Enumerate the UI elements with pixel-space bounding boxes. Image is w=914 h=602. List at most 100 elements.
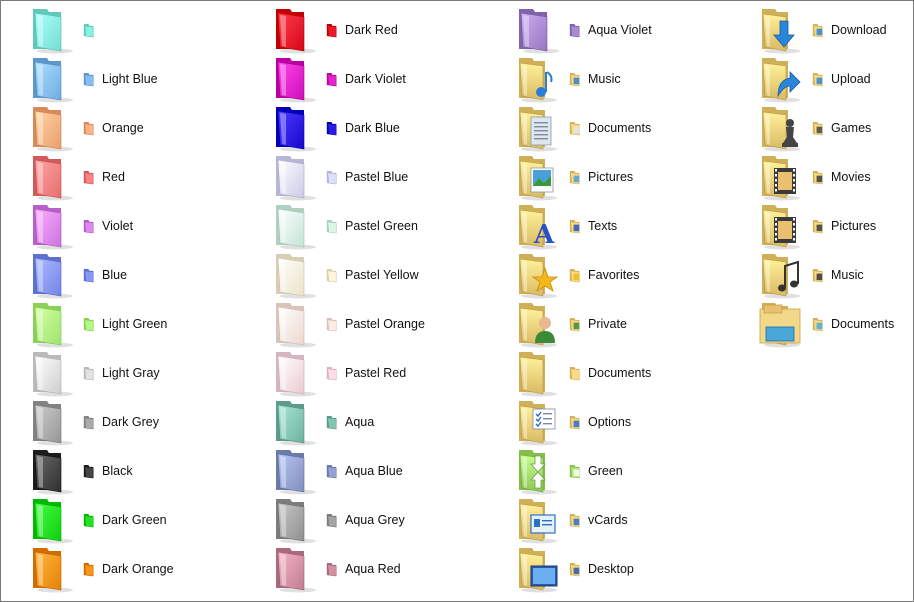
small-orange-folder-icon [83,121,94,136]
icon-label: Pastel Blue [345,170,409,184]
icon-item[interactable]: Music [730,250,914,299]
music-folder-icon [519,58,557,103]
red-folder-icon [33,156,73,201]
icon-label: Private [588,317,627,331]
download-folder-icon [762,9,800,54]
icon-label: Download [831,23,887,37]
icon-item[interactable]: Pastel Orange [244,299,484,348]
icon-item[interactable]: Dark Green [1,495,241,544]
icon-label: Dark Green [102,513,167,527]
small-texts-folder-icon [569,219,580,234]
icon-item[interactable]: Dark Blue [244,103,484,152]
icon-item[interactable]: Orange [1,103,241,152]
folder-icons-sheet: Light Blue Orange Red Violet Blue Light Green… [0,0,914,602]
icon-item[interactable]: Pastel Blue [244,152,484,201]
icon-label: Violet [102,219,134,233]
black-folder-icon [33,450,73,495]
favorites-folder-icon [519,254,559,299]
aqua-blue-folder-icon [276,450,316,495]
desktop-folder-icon [519,548,558,593]
music-note-folder-icon [762,254,800,299]
icon-item[interactable]: Aqua Blue [244,446,484,495]
small-aqua-teal-folder-icon [326,415,337,430]
small-pictures-folder-icon [569,170,580,185]
icon-label: Dark Blue [345,121,400,135]
icon-item[interactable]: Light Blue [1,54,241,103]
icon-item[interactable]: Pastel Red [244,348,484,397]
icon-item[interactable]: Music [487,54,727,103]
pictures-folder-icon [519,156,557,201]
icon-item[interactable]: Aqua Red [244,544,484,593]
texts-folder-icon: A [519,205,557,250]
icon-item[interactable]: Light Green [1,299,241,348]
icon-item[interactable]: Documents [487,348,727,397]
icon-item[interactable]: Pictures [487,152,727,201]
icon-item[interactable]: Documents [730,299,914,348]
green-arrows-folder-icon [519,450,557,495]
icon-label: Dark Orange [102,562,174,576]
documents-folder-icon [519,107,557,152]
icon-label: Aqua Violet [588,23,652,37]
icon-item[interactable]: Aqua [244,397,484,446]
icon-item[interactable]: Aqua Grey [244,495,484,544]
icon-item[interactable]: Dark Red [244,5,484,54]
icon-label: Pictures [588,170,634,184]
icon-item[interactable]: Light Gray [1,348,241,397]
icon-item[interactable]: Desktop [487,544,727,593]
small-pastel-blue-folder-icon [326,170,337,185]
small-movies-folder-icon [812,170,823,185]
icon-item[interactable]: Favorites [487,250,727,299]
icon-item[interactable]: Pastel Green [244,201,484,250]
icon-item[interactable]: Red [1,152,241,201]
dark-blue-folder-icon [276,107,316,152]
icon-item[interactable]: Pictures [730,201,914,250]
icon-label: Black [102,464,133,478]
icon-item[interactable]: A Texts [487,201,727,250]
orange-folder-icon [33,107,73,152]
small-violet-folder-icon [83,219,94,234]
icon-item[interactable]: Violet [1,201,241,250]
icon-column-2: Dark Red Dark Violet Dark Blue Pastel Blue P… [244,1,486,601]
small-aqua-grey-folder-icon [326,513,337,528]
icon-label: Options [588,415,632,429]
pastel-green-folder-icon [276,205,316,250]
icon-item[interactable]: Green [487,446,727,495]
icon-label: Dark Violet [345,72,406,86]
icon-label: Blue [102,268,128,282]
small-pastel-orange-folder-icon [326,317,337,332]
aqua-grey-folder-icon [276,499,316,544]
icon-item[interactable]: Documents [487,103,727,152]
small-music-folder-icon [569,72,580,87]
icon-item[interactable]: Aqua Violet [487,5,727,54]
small-documents-tray-folder-icon [812,317,823,332]
icon-column-1: Light Blue Orange Red Violet Blue Light Green… [1,1,243,601]
icon-item[interactable]: Dark Violet [244,54,484,103]
icon-item[interactable]: Pastel Yellow [244,250,484,299]
icon-label: Aqua Blue [345,464,403,478]
icon-item[interactable]: Dark Grey [1,397,241,446]
dark-orange-folder-icon [33,548,73,593]
icon-label: Orange [102,121,144,135]
icon-label: Movies [831,170,871,184]
small-download-folder-icon [812,23,823,38]
icon-label: Music [831,268,864,282]
small-dark-blue-folder-icon [326,121,337,136]
icon-item[interactable]: vCards [487,495,727,544]
games-folder-icon [762,107,800,152]
icon-item[interactable]: Dark Orange [1,544,241,593]
icon-label: Texts [588,219,618,233]
icon-item[interactable]: Download [730,5,914,54]
icon-item[interactable] [1,5,241,54]
icon-item[interactable]: Black [1,446,241,495]
private-folder-icon [519,303,557,348]
small-music-note-folder-icon [812,268,823,283]
icon-item[interactable]: Games [730,103,914,152]
icon-item[interactable]: Private [487,299,727,348]
icon-label: Favorites [588,268,640,282]
icon-label: Red [102,170,125,184]
dark-red-folder-icon [276,9,316,54]
icon-item[interactable]: Options [487,397,727,446]
icon-item[interactable]: Blue [1,250,241,299]
icon-item[interactable]: Upload [730,54,914,103]
icon-item[interactable]: Movies [730,152,914,201]
